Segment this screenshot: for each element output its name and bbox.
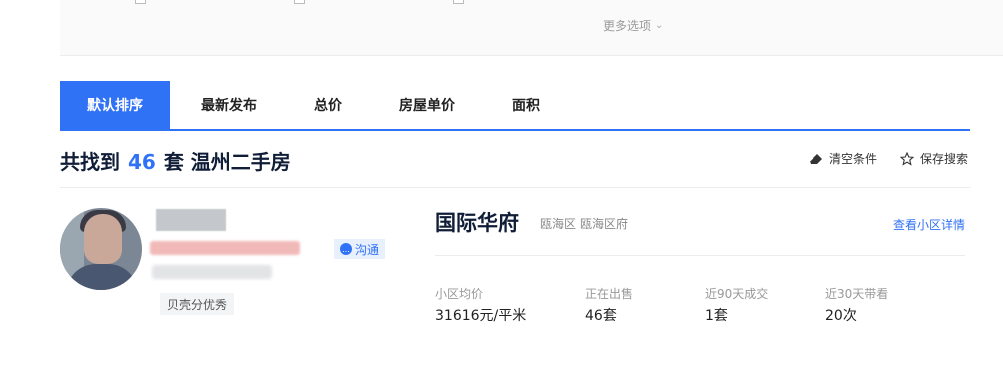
stat-deals-90d: 近90天成交 1套 [705,285,768,325]
tab-newest[interactable]: 最新发布 [170,81,288,129]
stat-label: 近90天成交 [705,287,769,301]
filter-panel: 更多选项 ⌄ [60,0,1003,56]
result-summary: 共找到 46 套 温州二手房 [60,146,291,175]
stat-value: 20次 [825,308,857,324]
more-options-label: 更多选项 [603,19,652,33]
tab-default-sort[interactable]: 默认排序 [60,81,170,129]
filter-checkbox-cut[interactable] [294,0,359,4]
stat-value: 1套 [705,308,728,324]
community-detail-link[interactable]: 查看小区详情 [893,216,965,233]
filter-checkbox-cut[interactable] [453,0,518,4]
stat-value: 31616元/平米 [435,308,527,324]
tab-area[interactable]: 面积 [486,81,566,129]
agent-avatar[interactable] [60,208,142,290]
star-icon [900,151,914,166]
agent-phone-blurred [152,265,272,279]
clear-filters-label: 清空条件 [829,152,878,166]
community-location: 瓯海区 瓯海区府 [540,215,628,232]
result-suffix: 套 温州二手房 [163,150,291,174]
tab-total-price[interactable]: 总价 [288,81,368,129]
chevron-down-icon: ⌄ [655,20,664,31]
more-options-toggle[interactable]: 更多选项 ⌄ [603,17,663,34]
community-divider [435,255,965,256]
stat-avg-price: 小区均价 31616元/平米 [435,285,526,325]
community-district: 瓯海区 [540,217,577,231]
community-name[interactable]: 国际华府 [435,207,519,237]
save-search-label: 保存搜索 [920,152,969,166]
checkbox-icon[interactable] [453,0,464,4]
agent-name-blurred [156,209,226,231]
chat-bubble-icon: … [340,243,352,255]
stat-label: 正在出售 [585,287,634,301]
result-count: 46 [128,150,156,174]
checkbox-icon[interactable] [294,0,305,4]
sort-tabs: 默认排序 最新发布 总价 房屋单价 面积 [60,81,970,131]
stat-on-sale: 正在出售 46套 [585,285,633,325]
clear-filters-button[interactable]: 清空条件 [809,150,877,167]
chat-label: 沟通 [355,242,380,257]
community-area: 瓯海区府 [580,217,629,231]
stat-visits-30d: 近30天带看 20次 [825,285,888,325]
section-divider [60,187,970,188]
stat-label: 近30天带看 [825,287,889,301]
tab-unit-price[interactable]: 房屋单价 [368,81,486,129]
save-search-button[interactable]: 保存搜索 [900,150,968,167]
checkbox-icon[interactable] [135,0,146,4]
agent-info-blurred [150,241,300,255]
stat-label: 小区均价 [435,287,484,301]
stat-value: 46套 [585,308,617,324]
filter-option-cut [75,0,103,3]
chat-button[interactable]: … 沟通 [334,239,386,259]
agent-score-badge: 贝壳分优秀 [160,293,235,315]
filter-checkbox-cut[interactable] [135,0,196,4]
result-prefix: 共找到 [60,150,120,174]
eraser-icon [809,153,822,164]
